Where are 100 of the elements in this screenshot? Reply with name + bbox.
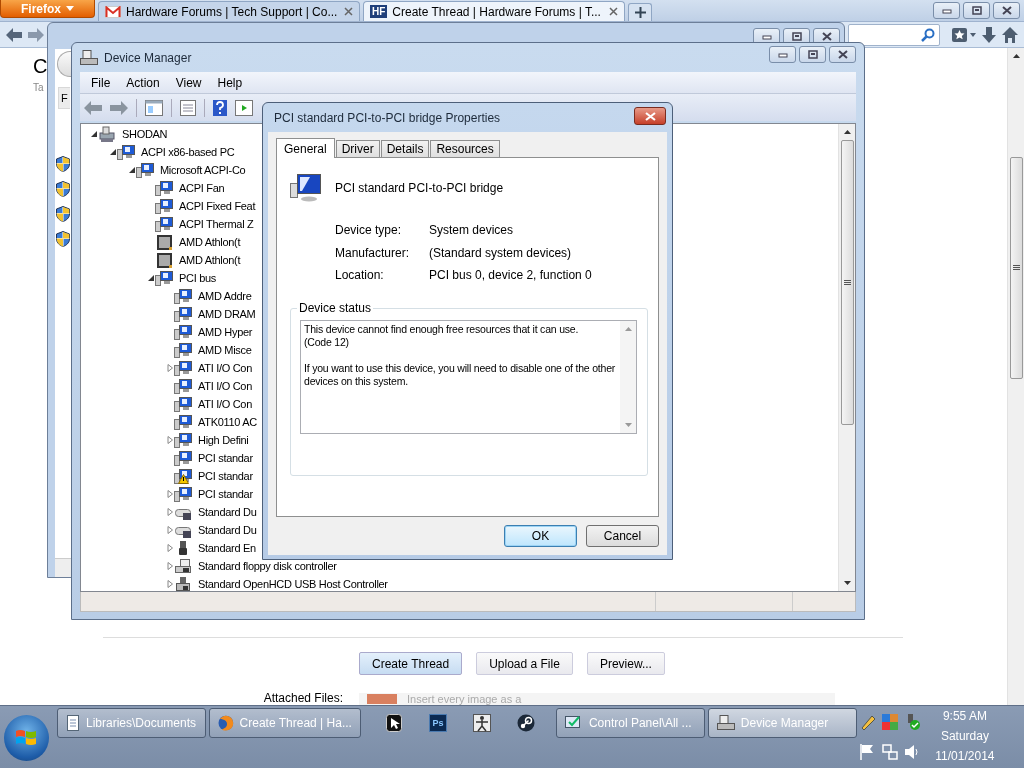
scroll-up-icon[interactable] [1012,54,1020,58]
property-value: (Standard system devices) [429,246,573,260]
dialog-tab[interactable]: General [276,138,335,158]
new-tab-button[interactable] [628,3,652,21]
monitor-icon [155,270,173,286]
menu-item[interactable]: Action [119,74,167,91]
tiles-icon[interactable] [881,714,898,730]
chip-icon [155,234,173,250]
tree-item[interactable]: ATI I/O Con [198,398,252,410]
form-button[interactable]: Preview... [586,652,665,675]
form-button[interactable]: Upload a File [476,652,573,675]
tree-item[interactable]: PCI standar [198,470,253,482]
forward-arrow-icon[interactable] [28,27,44,42]
collapse-arrow-icon[interactable] [128,166,136,174]
monitor-icon [174,306,192,322]
panel-icon[interactable] [145,99,163,116]
form-button[interactable]: Create Thread [359,652,463,675]
tree-item[interactable]: ATI I/O Con [198,380,252,392]
tree-item[interactable]: ACPI Fan [179,182,225,194]
tree-item[interactable]: PCI standar [198,452,253,464]
expand-arrow-icon[interactable] [166,562,174,570]
tree-item[interactable]: ATK0110 AC [198,416,257,428]
scroll-down-icon[interactable] [843,581,851,585]
start-button[interactable] [4,715,49,761]
tree-item[interactable]: Microsoft ACPI-Co [160,164,246,176]
tree-item[interactable]: Standard floppy disk controller [198,560,337,572]
dialog-button[interactable]: OK [504,525,577,547]
attached-files-label: Attached Files: [262,691,343,705]
plus-icon [634,7,646,18]
tree-item[interactable]: PCI standar [198,488,253,500]
close-icon [821,32,832,41]
scroll-up-icon[interactable] [843,130,851,134]
tree-item[interactable]: SHODAN [122,128,168,140]
expand-arrow-icon[interactable] [166,580,174,588]
tree-item[interactable]: Standard Du [198,524,257,536]
tree-item[interactable]: ACPI x86-based PC [141,146,235,158]
close-icon[interactable] [609,7,618,16]
dialog-tab[interactable]: Resources [430,140,500,157]
forward-arrow-icon[interactable] [110,100,128,115]
tree-item[interactable]: Standard En [198,542,256,554]
dialog-title: PCI standard PCI-to-PCI bridge Properties [274,110,501,125]
collapse-arrow-icon[interactable] [90,130,98,138]
home-icon[interactable] [1002,26,1018,43]
tree-item[interactable]: Standard Du [198,506,257,518]
tree-item[interactable]: AMD Misce [198,344,252,356]
expand-arrow-icon[interactable] [166,508,174,516]
tree-item[interactable]: ACPI Fixed Feat [179,200,256,212]
menu-item[interactable]: Help [210,74,250,91]
menu-item[interactable]: View [168,74,209,91]
expand-arrow-icon[interactable] [166,544,174,552]
collapse-arrow-icon[interactable] [147,274,155,282]
expand-arrow-icon[interactable] [166,436,174,444]
photoshop-app-button[interactable]: Ps [415,708,460,738]
window-tab[interactable]: F [58,87,70,109]
flag-icon[interactable] [859,744,874,760]
tree-scrollbar[interactable] [838,124,855,591]
monitor-icon [155,198,173,214]
tree-item[interactable]: ATI I/O Con [198,362,252,374]
menu-item[interactable]: File [84,74,118,91]
bookmarks-icon[interactable] [952,26,976,43]
tree-item[interactable]: PCI bus [179,272,217,284]
network-icon[interactable] [881,744,898,760]
volume-icon[interactable] [903,744,920,760]
download-icon[interactable] [982,26,996,43]
browser-tab[interactable]: Hardware Forums | Tech Support | Co... [98,1,360,21]
device-name: PCI standard PCI-to-PCI bridge [335,181,504,195]
close-icon[interactable] [344,7,353,16]
tree-item[interactable]: AMD Addre [198,290,252,302]
expand-arrow-icon[interactable] [166,364,174,372]
tree-item[interactable]: AMD Athlon(t [179,236,241,248]
expand-arrow-icon[interactable] [166,490,174,498]
back-arrow-icon[interactable] [84,100,102,115]
dialog-tab[interactable]: Details [380,140,430,157]
tree-item[interactable]: ACPI Thermal Z [179,218,254,230]
search-icon[interactable] [921,27,935,42]
close-button[interactable] [993,2,1020,19]
close-button[interactable] [829,46,856,63]
tree-item[interactable]: AMD Athlon(t [179,254,241,266]
clock-time: 9:55 AM [942,710,987,723]
pen-icon[interactable] [859,714,876,730]
tree-item[interactable]: AMD Hyper [198,326,253,338]
expand-arrow-icon[interactable] [166,526,174,534]
close-button[interactable] [634,107,666,125]
address-field[interactable] [848,23,940,46]
scrollbar-thumb[interactable] [840,140,854,425]
tree-item[interactable]: AMD DRAM [198,308,256,320]
dialog-tab[interactable]: Driver [335,140,380,157]
maximize-button[interactable] [799,46,826,63]
grip-icon [1012,265,1020,271]
maximize-button[interactable] [963,2,990,19]
tree-item[interactable]: Standard OpenHCD USB Host Controller [198,578,388,590]
collapse-arrow-icon[interactable] [109,148,117,156]
dialog-button[interactable]: Cancel [586,525,659,547]
tree-item[interactable]: High Defini [198,434,249,446]
help-icon[interactable] [213,99,227,116]
browser-tab[interactable]: HF Create Thread | Hardware Forums | T... [363,1,625,21]
page-scrollbar[interactable] [1007,48,1024,705]
properties-icon[interactable] [180,99,196,116]
scrollbar-thumb[interactable] [1009,157,1023,379]
back-arrow-icon[interactable] [6,27,22,42]
